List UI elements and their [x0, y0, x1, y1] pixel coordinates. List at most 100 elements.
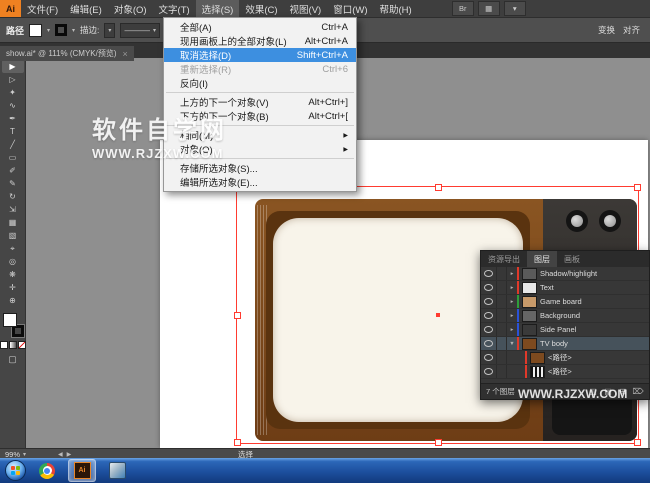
path-thumbnail[interactable] [530, 352, 545, 364]
visibility-eye-icon[interactable] [481, 365, 497, 378]
hand-tool[interactable]: ✛ [2, 281, 24, 294]
zoom-tool[interactable]: ⊕ [2, 294, 24, 307]
gradient-tool[interactable]: ▧ [2, 229, 24, 242]
layer-thumbnail[interactable] [522, 310, 537, 322]
rotate-tool[interactable]: ↻ [2, 190, 24, 203]
symbol-sprayer-tool[interactable]: ❋ [2, 268, 24, 281]
menu-type[interactable]: 文字(T) [153, 0, 196, 17]
selection-handle-w[interactable] [234, 312, 241, 319]
layer-row[interactable]: ▸ Shadow/highlight [481, 267, 649, 281]
selection-handle-s[interactable] [435, 439, 442, 446]
taskbar-illustrator-button[interactable]: Ai [68, 459, 96, 482]
visibility-eye-icon[interactable] [481, 323, 497, 336]
expand-icon[interactable]: ▸ [507, 327, 517, 333]
path-name[interactable]: <路径> [548, 352, 649, 363]
brush-definition-dropdown[interactable]: ———▾ [120, 23, 160, 38]
layer-row[interactable]: ▸ Text [481, 281, 649, 295]
layer-thumbnail[interactable] [522, 324, 537, 336]
prev-artboard-icon[interactable]: ◀ [58, 451, 63, 458]
screen-mode-button[interactable]: ▢ [8, 354, 17, 365]
delete-layer-icon[interactable]: ⌦ [632, 387, 644, 396]
lock-toggle[interactable] [497, 295, 507, 308]
magic-wand-tool[interactable]: ✦ [2, 86, 24, 99]
bridge-icon[interactable]: Br [452, 1, 474, 16]
lock-toggle[interactable] [497, 281, 507, 294]
tab-asset-export[interactable]: 资源导出 [481, 251, 527, 267]
lock-toggle[interactable] [497, 351, 507, 364]
expand-icon[interactable]: ▸ [507, 271, 517, 277]
visibility-eye-icon[interactable] [481, 337, 497, 350]
path-thumbnail[interactable] [530, 366, 545, 378]
lock-toggle[interactable] [497, 337, 507, 350]
layer-name[interactable]: Game board [540, 297, 649, 306]
menu-item-deselect[interactable]: 取消选择(D) Shift+Ctrl+A [164, 48, 356, 62]
visibility-eye-icon[interactable] [481, 351, 497, 364]
arrange-documents-icon[interactable]: ▦ [478, 1, 500, 16]
pen-tool[interactable]: ✒ [2, 112, 24, 125]
rectangle-tool[interactable]: ▭ [2, 151, 24, 164]
new-sublayer-icon[interactable]: ▤ [602, 387, 614, 396]
expand-icon[interactable]: ▸ [507, 299, 517, 305]
blend-tool[interactable]: ◎ [2, 255, 24, 268]
selection-handle-ne[interactable] [634, 184, 641, 191]
mesh-tool[interactable]: ▦ [2, 216, 24, 229]
selection-handle-n[interactable] [435, 184, 442, 191]
layer-row[interactable]: ▸ Background [481, 309, 649, 323]
fill-chevron-icon[interactable]: ▾ [47, 27, 50, 34]
taskbar-browser-button[interactable] [34, 460, 60, 481]
next-artboard-icon[interactable]: ▶ [67, 451, 72, 458]
new-layer-icon[interactable]: ⊞ [617, 387, 629, 396]
layer-row[interactable]: ▸ Game board [481, 295, 649, 309]
line-segment-tool[interactable]: ╱ [2, 138, 24, 151]
visibility-eye-icon[interactable] [481, 295, 497, 308]
start-button[interactable] [5, 460, 26, 481]
close-icon[interactable]: × [123, 49, 128, 59]
gradient-button[interactable] [9, 341, 17, 349]
scale-tool[interactable]: ⇲ [2, 203, 24, 216]
taskbar-app-button[interactable] [104, 460, 130, 481]
fill-swatch[interactable] [29, 24, 42, 37]
pencil-tool[interactable]: ✎ [2, 177, 24, 190]
expand-icon[interactable]: ▼ [507, 341, 517, 347]
stroke-weight-dropdown[interactable]: ▾ [104, 23, 115, 38]
layer-name[interactable]: Text [540, 283, 649, 292]
layer-thumbnail[interactable] [522, 296, 537, 308]
transform-link[interactable]: 变换 [598, 24, 615, 36]
fill-color-swatch[interactable] [3, 313, 17, 327]
menu-object[interactable]: 对象(O) [108, 0, 153, 17]
menu-item-next-object-below[interactable]: 下方的下一个对象(B) Alt+Ctrl+[ [164, 109, 356, 123]
layer-row-path[interactable]: <路径> [481, 351, 649, 365]
menu-select[interactable]: 选择(S) [196, 0, 240, 17]
menu-window[interactable]: 窗口(W) [327, 0, 373, 17]
make-mask-icon[interactable]: ◫ [587, 387, 599, 396]
direct-selection-tool[interactable]: ▷ [2, 73, 24, 86]
paintbrush-tool[interactable]: ✐ [2, 164, 24, 177]
lock-toggle[interactable] [497, 323, 507, 336]
lasso-tool[interactable]: ∿ [2, 99, 24, 112]
path-name[interactable]: <路径> [548, 366, 649, 377]
menu-item-edit-selection[interactable]: 编辑所选对象(E)... [164, 175, 356, 189]
menu-item-select-all[interactable]: 全部(A) Ctrl+A [164, 20, 356, 34]
menu-effect[interactable]: 效果(C) [239, 0, 283, 17]
selection-handle-se[interactable] [634, 439, 641, 446]
eyedropper-tool[interactable]: ⌖ [2, 242, 24, 255]
visibility-eye-icon[interactable] [481, 281, 497, 294]
layer-name[interactable]: Background [540, 311, 649, 320]
tab-artboards[interactable]: 画板 [557, 251, 587, 267]
menu-edit[interactable]: 编辑(E) [64, 0, 108, 17]
menu-item-next-object-above[interactable]: 上方的下一个对象(V) Alt+Ctrl+] [164, 95, 356, 109]
layer-row-tv-body[interactable]: ▼ TV body [481, 337, 649, 351]
selection-handle-sw[interactable] [234, 439, 241, 446]
expand-icon[interactable]: ▸ [507, 313, 517, 319]
align-link[interactable]: 对齐 [623, 24, 640, 36]
lock-toggle[interactable] [497, 365, 507, 378]
lock-toggle[interactable] [497, 267, 507, 280]
menu-file[interactable]: 文件(F) [21, 0, 64, 17]
layer-name[interactable]: Side Panel [540, 325, 649, 334]
stroke-swatch[interactable] [55, 24, 67, 36]
layer-thumbnail[interactable] [522, 282, 537, 294]
layer-row-path[interactable]: <路径> [481, 365, 649, 379]
stroke-chevron-icon[interactable]: ▾ [72, 27, 75, 34]
visibility-eye-icon[interactable] [481, 267, 497, 280]
layer-thumbnail[interactable] [522, 268, 537, 280]
